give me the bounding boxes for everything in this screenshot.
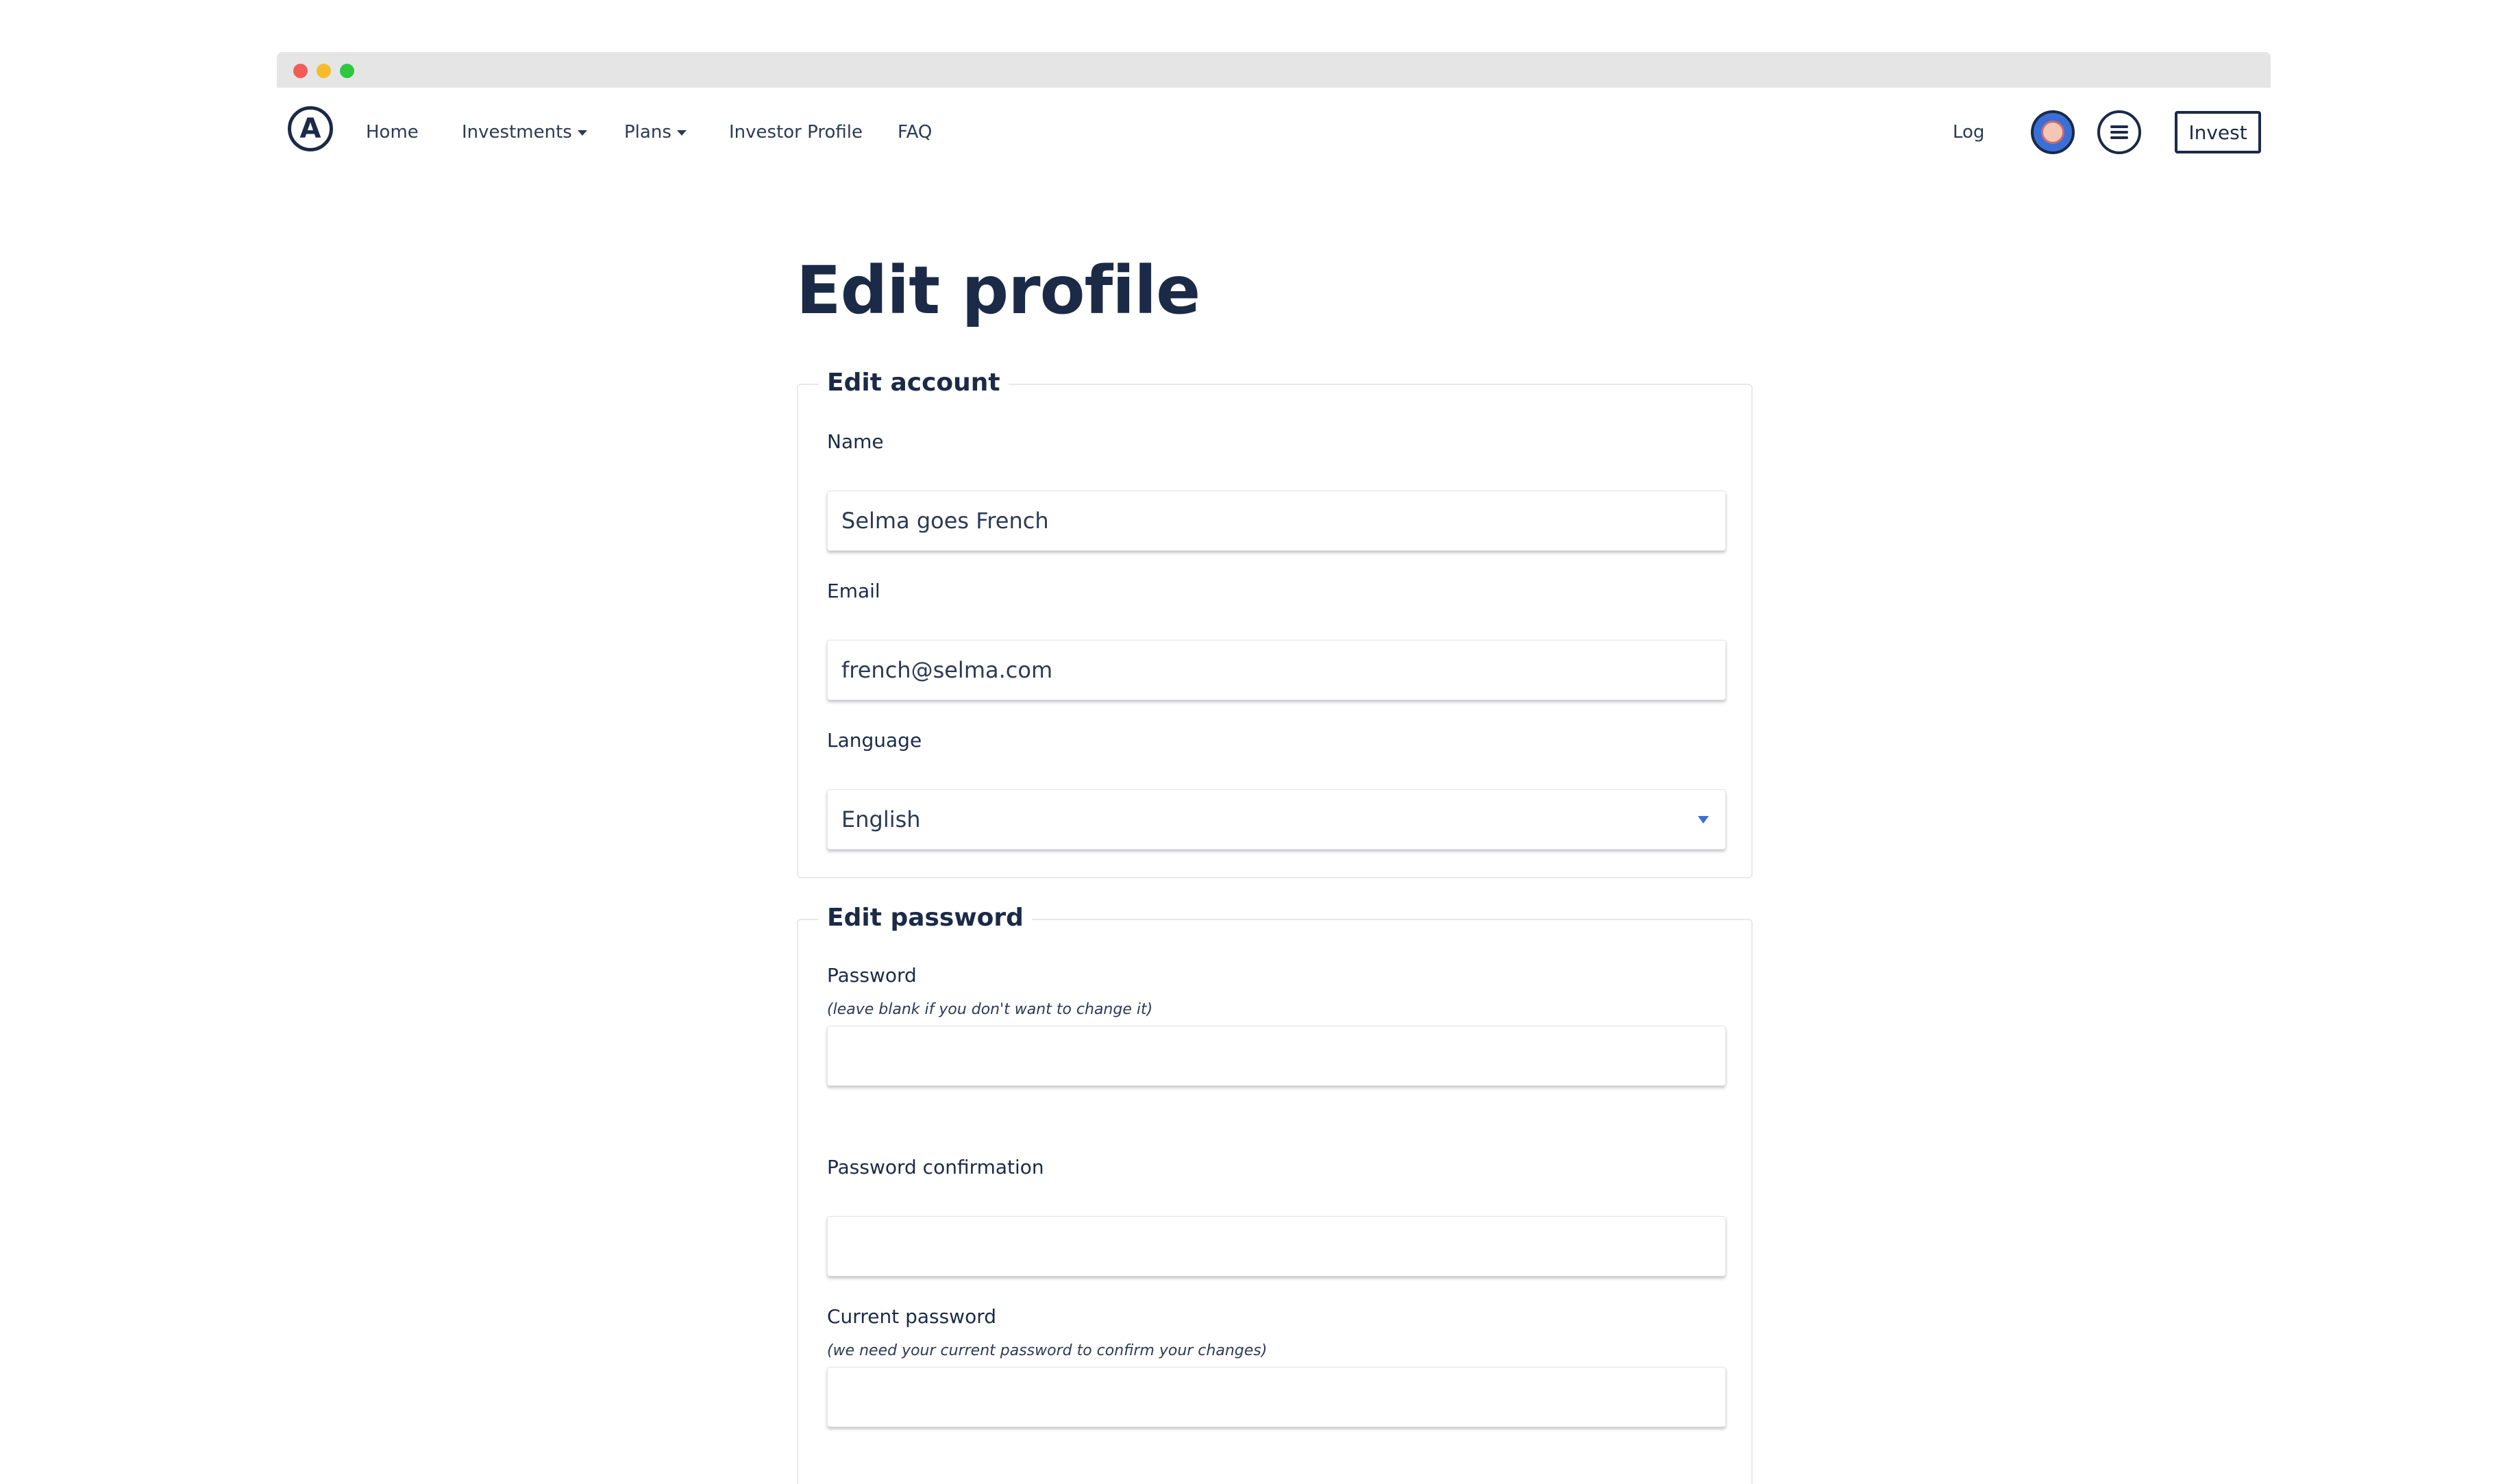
maximize-window-icon[interactable]	[340, 64, 354, 78]
language-selected-value: English	[841, 806, 921, 832]
edit-account-legend: Edit account	[819, 369, 1009, 397]
password-input[interactable]	[827, 1026, 1726, 1086]
password-confirmation-label: Password confirmation	[827, 1156, 1044, 1178]
minimize-window-icon[interactable]	[317, 64, 331, 78]
close-window-icon[interactable]	[293, 64, 308, 78]
page-title: Edit profile	[796, 252, 1200, 329]
browser-titlebar	[277, 52, 2271, 88]
invest-button[interactable]: Invest	[2175, 111, 2261, 153]
current-password-hint: (we need your current password to confir…	[827, 1342, 1268, 1359]
password-hint: (leave blank if you don't want to change…	[827, 1001, 1153, 1018]
nav-investments-label: Investments	[462, 122, 572, 143]
email-label: Email	[827, 580, 880, 602]
avatar-face	[2041, 121, 2064, 144]
current-password-label: Current password	[827, 1305, 996, 1328]
nav-investments-dropdown[interactable]: Investments	[462, 122, 587, 143]
nav-log-link[interactable]: Log	[1953, 122, 1984, 143]
edit-password-section: Edit password Password (leave blank if y…	[797, 904, 1753, 1484]
nav-plans-dropdown[interactable]: Plans	[624, 122, 687, 143]
name-input[interactable]	[827, 491, 1726, 551]
nav-investor-profile-link[interactable]: Investor Profile	[729, 122, 863, 143]
nav-faq-link[interactable]: FAQ	[898, 122, 932, 143]
nav-home-link[interactable]: Home	[366, 122, 419, 143]
language-label: Language	[827, 729, 922, 752]
edit-account-section: Edit account Name Email Language English	[797, 369, 1753, 878]
nav-plans-label: Plans	[624, 122, 671, 143]
hamburger-menu-icon[interactable]	[2097, 110, 2141, 154]
current-password-input[interactable]	[827, 1367, 1726, 1427]
email-input[interactable]	[827, 640, 1726, 700]
caret-down-icon	[577, 129, 587, 136]
edit-password-legend: Edit password	[819, 904, 1032, 932]
top-navbar: A Home Investments Plans Investor Profil…	[277, 88, 2271, 177]
password-confirmation-input[interactable]	[827, 1216, 1726, 1276]
language-select[interactable]: English	[827, 789, 1726, 850]
avatar-icon[interactable]	[2031, 110, 2075, 154]
logo-icon[interactable]: A	[288, 106, 333, 151]
caret-down-icon	[676, 129, 687, 136]
triangle-down-icon	[1698, 816, 1709, 824]
password-label: Password	[827, 964, 917, 987]
name-label: Name	[827, 430, 884, 453]
